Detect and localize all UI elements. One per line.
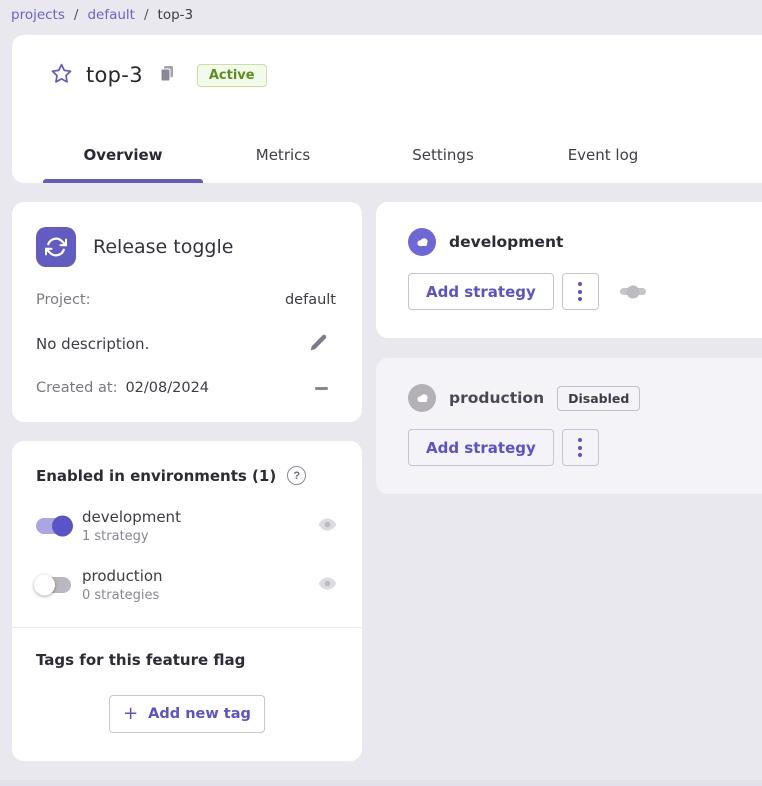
feature-type-label: Release toggle (93, 236, 233, 258)
created-label: Created at: (36, 380, 117, 396)
tab-event-log[interactable]: Event log (523, 127, 683, 183)
production-toggle[interactable] (36, 577, 71, 593)
environments-title: Enabled in environments (1) (36, 467, 276, 485)
panel-actions: Add strategy (408, 273, 762, 310)
environments-section: Enabled in environments (1) ? developmen… (12, 441, 362, 627)
tab-overview[interactable]: Overview (43, 127, 203, 183)
copy-icon (158, 64, 176, 86)
environment-panel-name: production (449, 389, 544, 407)
tab-metrics[interactable]: Metrics (203, 127, 363, 183)
environment-name: production (82, 567, 163, 585)
view-environment-button[interactable] (317, 514, 338, 538)
environment-strategy-count: 1 strategy (82, 529, 181, 544)
feature-header-card: top-3 Active Overview Metrics Settings E… (12, 35, 762, 183)
mini-toggle-icon[interactable] (620, 288, 646, 295)
breadcrumb-separator: / (74, 7, 79, 23)
project-value: default (285, 292, 336, 308)
environment-strategy-count: 0 strategies (82, 588, 163, 603)
kebab-dot (578, 297, 582, 301)
right-column: development Add strategy (376, 202, 762, 494)
feature-type-row: Release toggle (36, 227, 336, 267)
environment-texts: development 1 strategy (82, 508, 181, 544)
main-content: Release toggle Project: default No descr… (12, 202, 762, 761)
bottom-divider (0, 780, 762, 786)
breadcrumb: projects / default / top-3 (0, 0, 762, 24)
tab-settings[interactable]: Settings (363, 127, 523, 183)
eye-icon (317, 573, 338, 597)
kebab-dot (578, 438, 582, 442)
feature-tabs: Overview Metrics Settings Event log (43, 127, 683, 183)
collapse-icon (315, 387, 328, 390)
breadcrumb-link-default[interactable]: default (87, 7, 135, 23)
created-row: Created at: 02/08/2024 (36, 380, 336, 396)
feature-details-card: Release toggle Project: default No descr… (12, 202, 362, 422)
panel-header: production Disabled (408, 384, 762, 412)
kebab-dot (578, 453, 582, 457)
description-row: No description. (36, 333, 336, 355)
add-strategy-button[interactable]: Add strategy (408, 273, 554, 310)
add-new-tag-label: Add new tag (148, 706, 251, 722)
breadcrumb-current: top-3 (158, 7, 194, 23)
environment-texts: production 0 strategies (82, 567, 163, 603)
environment-panel-name: development (449, 233, 563, 251)
production-environment-panel: production Disabled Add strategy (376, 358, 762, 494)
tags-title: Tags for this feature flag (36, 651, 338, 669)
page-title: top-3 (86, 63, 143, 87)
project-label: Project: (36, 292, 91, 308)
star-icon (50, 62, 73, 88)
breadcrumb-separator: / (144, 7, 149, 23)
disabled-badge: Disabled (557, 386, 640, 411)
cloud-icon (408, 384, 436, 412)
help-icon[interactable]: ? (287, 466, 306, 485)
toggle-knob (52, 516, 73, 537)
status-badge: Active (197, 64, 267, 87)
view-environment-button[interactable] (317, 573, 338, 597)
edit-icon (309, 333, 328, 355)
more-options-button[interactable] (562, 273, 599, 310)
kebab-dot (578, 282, 582, 286)
environments-title-row: Enabled in environments (1) ? (36, 466, 338, 485)
cloud-icon (408, 228, 436, 256)
kebab-dot (578, 446, 582, 450)
panel-actions: Add strategy (408, 429, 762, 466)
add-strategy-button[interactable]: Add strategy (408, 429, 554, 466)
created-value: 02/08/2024 (125, 380, 209, 396)
feature-title-row: top-3 Active (12, 35, 762, 88)
release-toggle-icon (36, 227, 76, 267)
description-text: No description. (36, 335, 149, 353)
tags-section: Tags for this feature flag + Add new tag (12, 627, 362, 761)
development-environment-panel: development Add strategy (376, 202, 762, 338)
left-column: Release toggle Project: default No descr… (12, 202, 362, 761)
plus-icon: + (123, 705, 138, 723)
eye-icon (317, 514, 338, 538)
panel-header: development (408, 228, 762, 256)
more-options-button[interactable] (562, 429, 599, 466)
breadcrumb-link-projects[interactable]: projects (11, 7, 65, 23)
edit-description-button[interactable] (309, 333, 328, 355)
environment-row-development: development 1 strategy (36, 508, 338, 544)
toggle-knob (34, 575, 55, 596)
environment-row-production: production 0 strategies (36, 567, 338, 603)
copy-feature-button[interactable] (158, 64, 176, 86)
development-toggle[interactable] (36, 518, 71, 534)
environments-card: Enabled in environments (1) ? developmen… (12, 441, 362, 761)
collapse-details-button[interactable] (315, 387, 328, 390)
environment-name: development (82, 508, 181, 526)
favorite-button[interactable] (50, 62, 73, 88)
add-new-tag-button[interactable]: + Add new tag (109, 695, 265, 733)
kebab-dot (578, 290, 582, 294)
project-row: Project: default (36, 292, 336, 308)
